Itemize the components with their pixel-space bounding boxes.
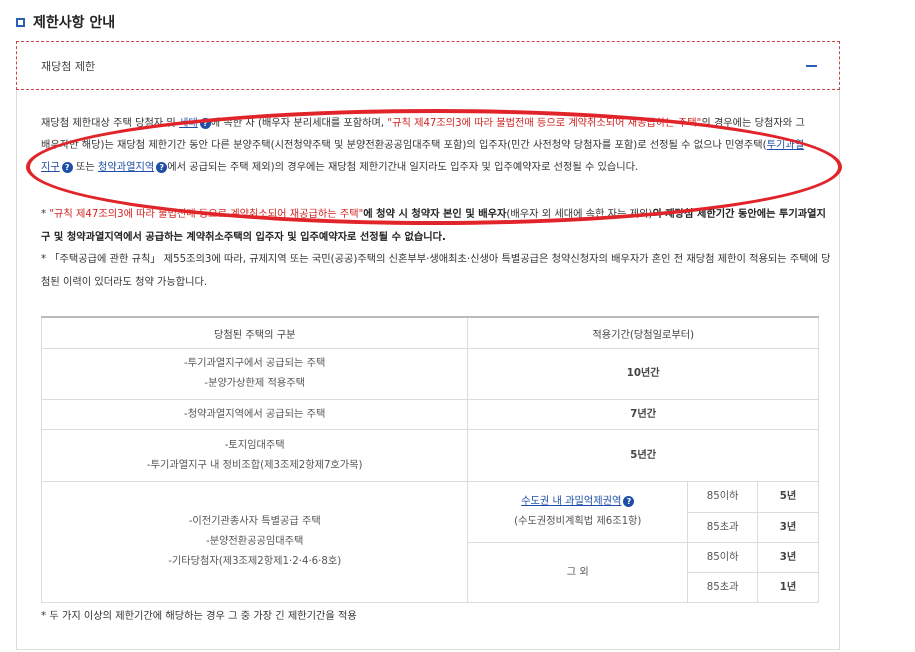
- restriction-period-table: 당첨된 주택의 구분 적용기간(당첨일로부터) -투기과열지구에서 공급되는 주…: [40, 316, 819, 603]
- metro-area-cell: 수도권 내 과밀억제권역? (수도권정비계획법 제6조1항): [467, 481, 689, 543]
- category-cell: -청약과열지역에서 공급되는 주택: [40, 399, 469, 430]
- adjustment-zone-link[interactable]: 청약과열지역: [98, 162, 154, 173]
- size-cell: 85이하: [687, 542, 759, 573]
- category-cell: -토지임대주택 -투기과열지구 내 정비조합(제3조제2항제7호가목): [40, 429, 469, 482]
- metro-area-link[interactable]: 수도권 내 과밀억제권역: [521, 496, 621, 507]
- table-row: -토지임대주택 -투기과열지구 내 정비조합(제3조제2항제7호가목) 5년간: [40, 429, 819, 482]
- section-title: 제한사항 안내: [33, 15, 116, 31]
- table-row: -투기과열지구에서 공급되는 주택 -분양가상한제 적용주택 10년간: [40, 348, 819, 400]
- period-cell: 7년간: [467, 399, 819, 430]
- section-header: 제한사항 안내: [16, 12, 115, 32]
- red-highlight: "규칙 제47조의3에 따라 불법전매 등으로 계약취소되어 재공급하는 주택": [387, 118, 702, 129]
- household-link[interactable]: 세대: [179, 118, 198, 129]
- period-cell: 10년간: [467, 348, 819, 400]
- collapse-icon[interactable]: [803, 58, 819, 74]
- table-row: -이전기관종사자 특별공급 주택 -분양전환공공임대주택 -기타당첨자(제3조제…: [40, 481, 819, 603]
- category-cell: -투기과열지구에서 공급되는 주택 -분양가상한제 적용주택: [40, 348, 469, 400]
- note-contract-cancel: * "규칙 제47조의3에 따라 불법전매 등으로 계약취소되어 재공급하는 주…: [41, 209, 826, 243]
- accordion-header[interactable]: 재당첨 제한: [16, 41, 840, 90]
- help-icon[interactable]: ?: [156, 161, 168, 173]
- size-cell: 85초과: [687, 512, 759, 543]
- years-cell: 3년: [757, 542, 819, 573]
- accordion-title: 재당첨 제한: [41, 59, 96, 73]
- note-special-supply: * 「주택공급에 관한 규칙」 제55조의3에 따라, 규제지역 또는 국민(공…: [41, 254, 831, 288]
- bullet-square-icon: [16, 17, 25, 27]
- help-icon[interactable]: ?: [61, 161, 73, 173]
- years-cell: 1년: [757, 572, 819, 603]
- years-cell: 3년: [757, 512, 819, 543]
- accordion-body: 재당첨 제한대상 주택 당첨자 및 세대? 에 속한 자 (배우자 분리세대를 포…: [16, 90, 840, 650]
- column-header: 적용기간(당첨일로부터): [467, 316, 819, 349]
- category-cell: -이전기관종사자 특별공급 주택 -분양전환공공임대주택 -기타당첨자(제3조제…: [40, 481, 469, 603]
- help-icon[interactable]: ?: [623, 495, 635, 507]
- size-cell: 85초과: [687, 572, 759, 603]
- other-area-cell: 그 외: [467, 542, 689, 603]
- help-icon[interactable]: ?: [199, 117, 211, 129]
- table-row: -청약과열지역에서 공급되는 주택 7년간: [40, 399, 819, 430]
- size-cell: 85이하: [687, 481, 759, 513]
- period-cell: 5년간: [467, 429, 819, 482]
- table-header-row: 당첨된 주택의 구분 적용기간(당첨일로부터): [40, 316, 819, 349]
- column-header: 당첨된 주택의 구분: [40, 316, 469, 349]
- years-cell: 5년: [757, 481, 819, 513]
- footnote: * 두 가지 이상의 제한기간에 해당하는 경우 그 중 가장 긴 제한기간을 …: [41, 611, 357, 622]
- rule-paragraph: 재당첨 제한대상 주택 당첨자 및 세대? 에 속한 자 (배우자 분리세대를 포…: [41, 117, 805, 173]
